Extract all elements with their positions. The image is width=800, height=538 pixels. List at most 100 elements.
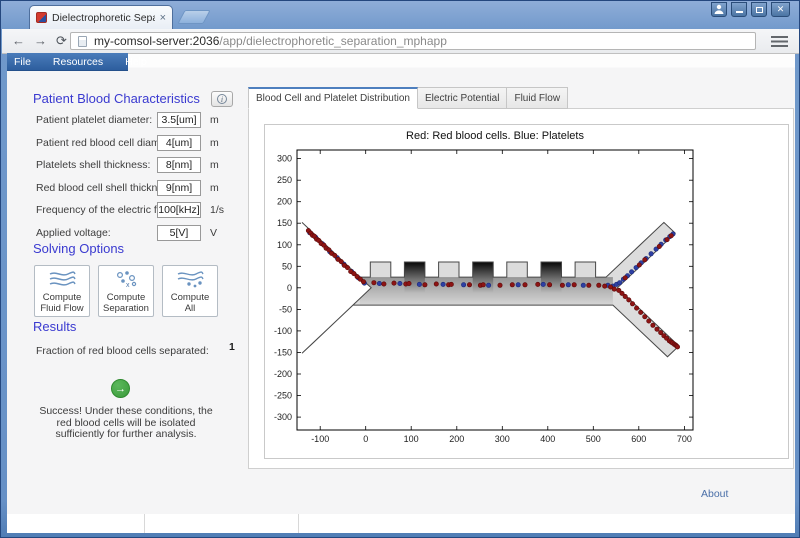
field-unit: m xyxy=(210,137,219,149)
close-icon: ✕ xyxy=(776,4,785,14)
info-button[interactable]: i xyxy=(211,91,233,107)
compute-all-button[interactable]: Compute All xyxy=(162,265,218,317)
fluid-flow-icon xyxy=(49,271,76,286)
menu-file[interactable]: File xyxy=(14,56,31,68)
menu-help[interactable]: Help xyxy=(125,56,147,68)
window-controls: ✕ xyxy=(711,2,790,17)
rbc-diameter-input[interactable] xyxy=(157,135,201,151)
tab-fluid-flow[interactable]: Fluid Flow xyxy=(507,87,569,109)
field-unit: V xyxy=(210,227,218,239)
field-label: Frequency of the electric field: xyxy=(36,204,177,216)
svg-text:x: x xyxy=(126,282,130,288)
tab-content: Red: Red blood cells. Blue: Platelets -10… xyxy=(248,108,794,469)
svg-text:-100: -100 xyxy=(274,326,292,336)
field-rbc-diameter: Patient red blood cell diameter: m xyxy=(36,135,251,151)
svg-text:Red: Red blood cells. Blue: Pl: Red: Red blood cells. Blue: Platelets xyxy=(406,130,584,142)
comsol-favicon-icon xyxy=(36,12,47,23)
field-voltage: Applied voltage: V xyxy=(36,225,251,241)
person-icon xyxy=(714,4,724,14)
forward-button[interactable]: → xyxy=(34,32,47,50)
button-label: Compute xyxy=(42,292,82,303)
section-title-results: Results xyxy=(33,319,77,334)
compute-separation-button[interactable]: x Compute Separation xyxy=(98,265,154,317)
svg-text:-150: -150 xyxy=(274,348,292,358)
field-unit: m xyxy=(210,114,219,126)
browser-toolbar: ← → ⟳ my-comsol-server:2036/app/dielectr… xyxy=(2,29,799,54)
button-label: Compute xyxy=(106,292,146,303)
maximize-icon xyxy=(755,7,763,13)
svg-text:-300: -300 xyxy=(274,412,292,422)
button-label: Compute xyxy=(170,292,210,303)
chrome-menu-icon[interactable] xyxy=(771,36,788,47)
rbc-shell-input[interactable] xyxy=(157,180,201,196)
close-button[interactable]: ✕ xyxy=(771,2,790,17)
compute-fluid-flow-button[interactable]: Compute Fluid Flow xyxy=(34,265,90,317)
button-label: All xyxy=(184,302,196,314)
page-icon xyxy=(78,35,87,47)
svg-text:-50: -50 xyxy=(279,304,292,314)
svg-text:100: 100 xyxy=(277,240,292,250)
maximize-button[interactable] xyxy=(751,2,767,17)
url-path: /app/dielectrophoretic_separation_mphapp xyxy=(219,34,447,48)
svg-text:0: 0 xyxy=(363,434,368,444)
svg-text:400: 400 xyxy=(540,434,555,444)
tab-electric-potential[interactable]: Electric Potential xyxy=(417,87,508,109)
browser-tab[interactable]: Dielectrophoretic Separati × xyxy=(29,5,173,29)
platelet-shell-input[interactable] xyxy=(157,157,201,173)
tab-close-icon[interactable]: × xyxy=(160,12,166,23)
svg-text:250: 250 xyxy=(277,175,292,185)
svg-text:200: 200 xyxy=(449,434,464,444)
section-title-patient-blood: Patient Blood Characteristics xyxy=(33,91,200,106)
tab-title: Dielectrophoretic Separati xyxy=(52,11,155,24)
voltage-input[interactable] xyxy=(157,225,201,241)
reload-button[interactable]: ⟳ xyxy=(56,32,67,50)
result-tabs: Blood Cell and Platelet Distribution Ele… xyxy=(248,87,569,109)
svg-text:600: 600 xyxy=(631,434,646,444)
svg-text:50: 50 xyxy=(282,261,292,271)
menu-resources[interactable]: Resources xyxy=(53,56,103,68)
about-link[interactable]: About xyxy=(701,488,728,500)
field-unit: 1/s xyxy=(210,204,225,216)
profile-button[interactable] xyxy=(711,2,727,17)
app-menubar: File Resources Help xyxy=(7,53,147,71)
statusbar-divider xyxy=(298,514,299,533)
field-label: Patient platelet diameter: xyxy=(36,114,153,126)
field-unit: m xyxy=(210,182,219,194)
field-unit: m xyxy=(210,159,219,171)
address-bar[interactable]: my-comsol-server:2036/app/dielectrophore… xyxy=(70,32,756,50)
statusbar-divider xyxy=(144,514,145,533)
field-label: Red blood cell shell thickness: xyxy=(36,182,177,194)
app-page: File Resources Help Patient Blood Charac… xyxy=(7,53,795,514)
svg-text:100: 100 xyxy=(404,434,419,444)
success-line: Success! Under these conditions, the xyxy=(39,405,213,417)
frequency-input[interactable] xyxy=(157,202,201,218)
statusbar xyxy=(7,514,795,533)
svg-text:200: 200 xyxy=(277,197,292,207)
arrow-right-icon: → xyxy=(115,383,126,395)
minimize-button[interactable] xyxy=(731,2,747,17)
svg-text:300: 300 xyxy=(277,154,292,164)
button-label: Separation xyxy=(103,302,149,314)
success-line: sufficiently for further analysis. xyxy=(55,428,197,440)
minimize-icon xyxy=(735,11,743,13)
url-host: my-comsol-server:2036 xyxy=(94,34,220,48)
new-tab-button[interactable] xyxy=(177,10,211,24)
platelet-diameter-input[interactable] xyxy=(157,112,201,128)
svg-text:700: 700 xyxy=(677,434,692,444)
field-label: Applied voltage: xyxy=(36,227,111,239)
back-button[interactable]: ← xyxy=(12,32,25,50)
field-rbc-shell: Red blood cell shell thickness: m xyxy=(36,180,251,196)
distribution-plot[interactable]: Red: Red blood cells. Blue: Platelets -10… xyxy=(265,125,788,458)
svg-text:-250: -250 xyxy=(274,391,292,401)
titlebar: Dielectrophoretic Separati × ✕ xyxy=(1,1,799,29)
svg-text:-200: -200 xyxy=(274,369,292,379)
svg-text:500: 500 xyxy=(586,434,601,444)
field-label: Platelets shell thickness: xyxy=(36,159,151,171)
button-label: Fluid Flow xyxy=(40,302,84,314)
tab-blood-cell-distribution[interactable]: Blood Cell and Platelet Distribution xyxy=(248,87,418,109)
graphics-panel[interactable]: Red: Red blood cells. Blue: Platelets -10… xyxy=(264,124,789,459)
svg-text:0: 0 xyxy=(287,283,292,293)
browser-window: Dielectrophoretic Separati × ✕ ← → ⟳ my-… xyxy=(0,0,800,538)
result-label: Fraction of red blood cells separated: xyxy=(36,345,209,357)
svg-text:300: 300 xyxy=(495,434,510,444)
